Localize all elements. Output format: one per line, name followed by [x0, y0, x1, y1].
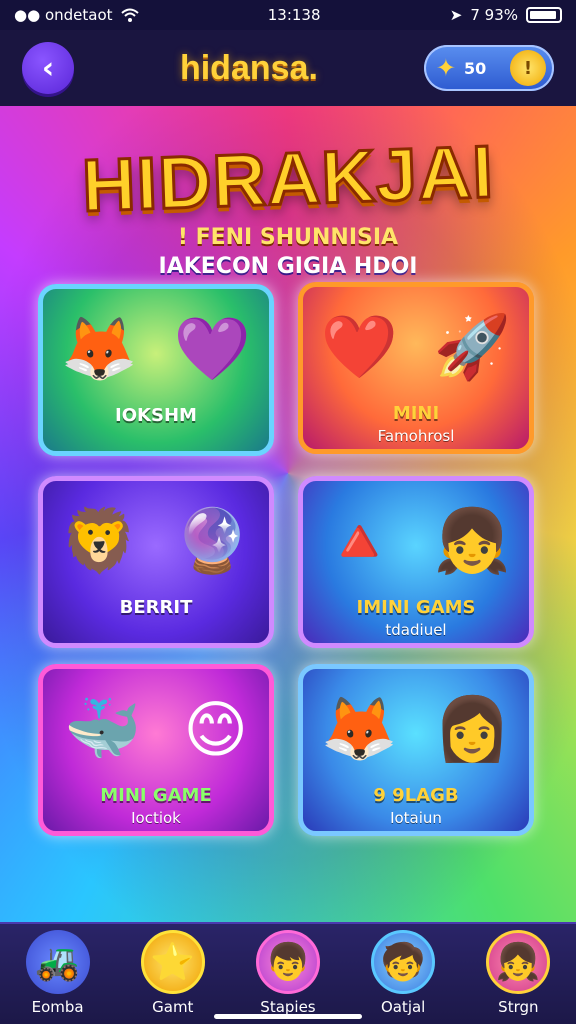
nav-item-1[interactable]: 🚜 Eomba: [10, 930, 106, 1016]
fox-icon: 🦊: [320, 692, 399, 765]
chevron-left-icon: ‹: [41, 50, 55, 86]
triangle-icon: 🔺: [320, 504, 399, 577]
home-indicator: [214, 1014, 362, 1019]
sun-icon: 😊: [183, 692, 248, 766]
wifi-icon: [120, 8, 139, 22]
status-bar: ●● ondetaot 13:138 ➤ 7 93%: [0, 0, 576, 30]
girl-icon: 👩: [433, 692, 512, 765]
star-icon: ⭐: [140, 930, 205, 994]
game-card-6[interactable]: 🦊 👩 9 9LAGB Iotaiun: [298, 664, 534, 836]
fox-icon: 🦊: [60, 312, 139, 385]
add-coins-button[interactable]: !: [509, 50, 546, 86]
nav-label: Strgn: [498, 998, 539, 1016]
nav-item-4[interactable]: 🧒 Oatjal: [355, 930, 451, 1016]
card-title: 9 9LAGB: [373, 785, 459, 806]
nav-label: Gamt: [152, 998, 194, 1016]
girl-icon: 👧: [486, 930, 551, 994]
creature-icon: 🐳: [64, 692, 142, 765]
heart-icon: 💜: [173, 312, 252, 385]
card-title: IMINI GAMS: [356, 597, 476, 618]
app-title: hidansa.: [179, 48, 318, 87]
nav-label: Oatjal: [380, 998, 426, 1016]
coin-counter[interactable]: ✦ 50 !: [423, 45, 554, 91]
lion-icon: 🦁: [60, 504, 139, 577]
card-subtitle: Ioctiok: [131, 809, 181, 827]
game-card-2[interactable]: ❤️ 🚀 MINI Famohrosl: [298, 282, 534, 454]
card-title: BERRIT: [119, 597, 193, 618]
game-menu-area: HIDRAKJAI ! FENI SHUNNISIA IAKECON GIGIA…: [0, 106, 576, 922]
girl-icon: 👧: [433, 504, 512, 577]
card-subtitle: Iotaiun: [390, 809, 442, 827]
card-subtitle: tdadiuel: [385, 621, 447, 639]
app-header: ‹ hidansa. ✦ 50 !: [0, 30, 576, 106]
heart-icon: ❤️: [320, 310, 399, 383]
battery-icon: [526, 7, 562, 23]
rocket-icon: 🚀: [433, 310, 512, 383]
card-title: MINI: [392, 403, 440, 424]
clock: 13:138: [267, 6, 321, 24]
coin-star-icon: ✦: [435, 54, 456, 82]
back-button[interactable]: ‹: [22, 42, 74, 94]
game-card-5[interactable]: 🐳 😊 MINI GAME Ioctiok: [38, 664, 274, 836]
battery-text: 7 93%: [470, 6, 518, 24]
nav-item-5[interactable]: 👧 Strgn: [470, 930, 566, 1016]
kid-icon: 🧒: [371, 930, 436, 994]
mini-game-grid: 🦊 💜 IOKSHM ❤️ 🚀 MINI Famohrosl 🦁 🔮 BERRIT 🔺…: [0, 106, 576, 922]
carrier-text: ●● ondetaot: [14, 6, 113, 24]
game-card-3[interactable]: 🦁 🔮 BERRIT: [38, 476, 274, 648]
nav-item-2[interactable]: ⭐ Gamt: [125, 930, 221, 1016]
ring-icon: 🔮: [173, 504, 252, 577]
card-subtitle: Famohrosl: [377, 427, 455, 445]
coin-value: 50: [463, 58, 487, 78]
game-card-1[interactable]: 🦊 💜 IOKSHM: [38, 284, 274, 456]
card-title: MINI GAME: [100, 785, 212, 806]
bottom-nav: 🚜 Eomba ⭐ Gamt 👦 Stapies 🧒 Oatjal 👧 Strg…: [0, 922, 576, 1024]
nav-label: Eomba: [31, 998, 84, 1016]
card-title: IOKSHM: [115, 405, 197, 426]
character-icon: 👦: [255, 930, 320, 994]
vehicle-icon: 🚜: [25, 930, 90, 994]
nav-item-3[interactable]: 👦 Stapies: [240, 930, 336, 1016]
location-icon: ➤: [449, 6, 463, 24]
game-card-4[interactable]: 🔺 👧 IMINI GAMS tdadiuel: [298, 476, 534, 648]
